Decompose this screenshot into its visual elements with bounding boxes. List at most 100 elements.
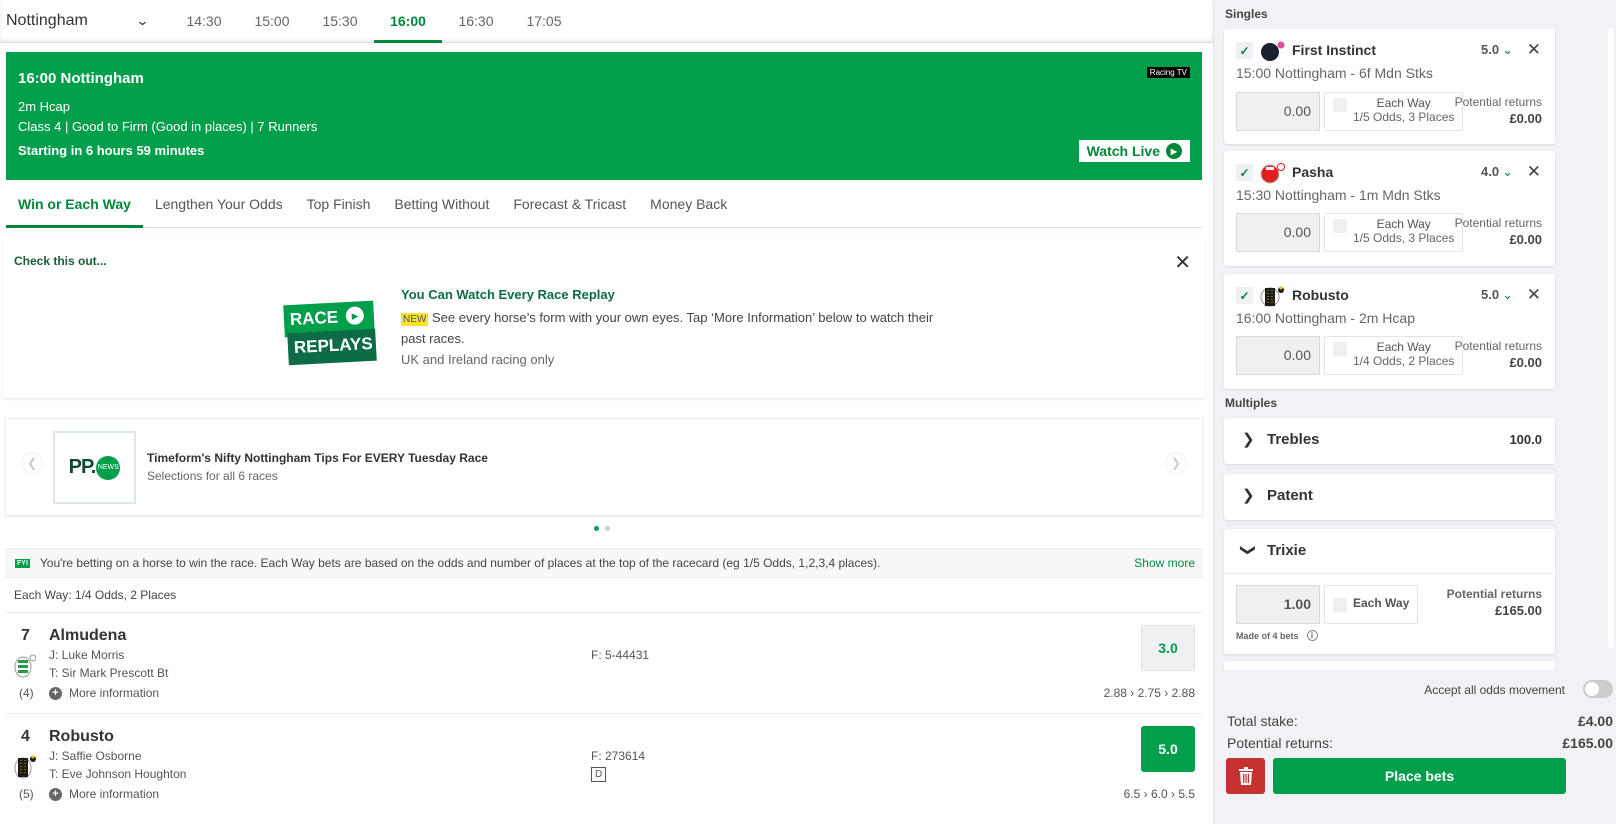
tab-win-or-each-way[interactable]: Win or Each Way: [6, 182, 143, 228]
remove-selection-icon[interactable]: ✕: [1527, 162, 1541, 182]
more-information-link[interactable]: + More information: [49, 787, 159, 801]
selection-price[interactable]: 5.0 ⌄: [1481, 42, 1513, 58]
time-tab[interactable]: 15:30: [306, 0, 374, 43]
more-information-link[interactable]: + More information: [49, 686, 159, 700]
price-history: 2.88 › 2.75 › 2.88: [1103, 686, 1195, 700]
returns-value: £0.00: [1509, 355, 1542, 370]
scrollbar-thumb[interactable]: [1608, 28, 1614, 648]
potential-returns: Potential returns £165.00: [1447, 587, 1542, 618]
time-tab[interactable]: 14:30: [170, 0, 238, 43]
made-of-label: Made of 4 bets: [1236, 630, 1299, 641]
selection-price[interactable]: 4.0 ⌄: [1481, 164, 1513, 180]
stake-input[interactable]: 0.00: [1236, 92, 1320, 131]
price-history: 6.5 › 6.0 › 5.5: [1123, 787, 1195, 801]
multiple-name: Patent: [1267, 487, 1313, 504]
watch-live-button[interactable]: Watch Live ▶: [1078, 140, 1190, 162]
multiple-patent[interactable]: ❯ Patent: [1224, 474, 1555, 520]
selection-name: Robusto: [1292, 287, 1349, 303]
checkbox[interactable]: [1333, 342, 1347, 356]
each-way-label: Each Way: [1376, 340, 1431, 354]
single-bet-card: ✓ First Instinct 5.0 ⌄ ✕ 15:00 Nottingham…: [1224, 29, 1555, 144]
each-way-checkbox[interactable]: Each Way 1/4 Odds, 2 Places: [1324, 336, 1464, 375]
checkbox[interactable]: [1333, 98, 1347, 112]
chevron-left-icon[interactable]: ❮: [21, 452, 43, 474]
checkbox-checked[interactable]: ✓: [1236, 42, 1253, 59]
logo-line-2: REPLAYS: [287, 328, 377, 366]
news-subtitle: Selections for all 6 races: [147, 469, 278, 483]
runner-name: Almudena: [49, 627, 127, 644]
show-more-link[interactable]: Show more: [1134, 556, 1195, 570]
made-of-bets: Made of 4 bets i: [1236, 630, 1318, 641]
returns-value: £0.00: [1509, 111, 1542, 126]
chevron-right-icon[interactable]: ❯: [1165, 452, 1187, 474]
betslip-scrollbar[interactable]: [1606, 0, 1616, 670]
chevron-right-icon: ❯: [1242, 431, 1255, 448]
race-title: 16:00 Nottingham: [18, 70, 144, 87]
remove-selection-icon[interactable]: ✕: [1527, 40, 1541, 60]
stake-input[interactable]: 0.00: [1236, 213, 1320, 252]
returns-label: Potential returns: [1454, 216, 1542, 230]
accept-odds-toggle[interactable]: [1583, 680, 1613, 698]
info-icon[interactable]: i: [1306, 630, 1318, 641]
time-tab-active[interactable]: 16:00: [374, 0, 442, 43]
tab-money-back[interactable]: Money Back: [638, 182, 739, 227]
tab-top-finish[interactable]: Top Finish: [295, 182, 383, 227]
news-title[interactable]: Timeform's Nifty Nottingham Tips For EVE…: [147, 451, 488, 465]
venue-selector[interactable]: Nottingham ⌄: [0, 0, 170, 43]
potential-returns-label: Potential returns:: [1227, 735, 1333, 751]
clear-betslip-button[interactable]: [1226, 758, 1265, 794]
close-icon[interactable]: ✕: [1174, 250, 1191, 275]
stake-input[interactable]: 0.00: [1236, 336, 1320, 375]
selection-price[interactable]: 5.0 ⌄: [1481, 287, 1513, 303]
each-way-terms: 1/5 Odds, 3 Places: [1353, 110, 1455, 124]
tab-betting-without[interactable]: Betting Without: [382, 182, 501, 227]
jockey-silk-icon: [1261, 41, 1285, 61]
jockey: J: Saffie Osborne: [49, 749, 142, 763]
news-carousel: ❮ PP. NEWS Timeform's Nifty Nottingham T…: [5, 418, 1203, 516]
remove-selection-icon[interactable]: ✕: [1527, 285, 1541, 305]
watch-live-label: Watch Live: [1086, 143, 1160, 159]
promo-text: NEW See every horse’s form with your own…: [401, 308, 941, 348]
multiple-trebles[interactable]: ❯ Trebles 100.0: [1224, 418, 1555, 464]
jockey-silk-icon: [1260, 163, 1285, 184]
multiple-name[interactable]: Trixie: [1267, 542, 1306, 559]
checkbox-checked[interactable]: ✓: [1236, 164, 1253, 181]
race-details: Class 4 | Good to Firm (Good in places) …: [18, 119, 318, 134]
runner-form: F: 5-44431: [591, 648, 650, 662]
checkbox[interactable]: [1333, 598, 1347, 612]
each-way-checkbox[interactable]: Each Way 1/5 Odds, 3 Places: [1324, 92, 1464, 131]
new-badge: NEW: [401, 313, 429, 326]
trash-icon: [1238, 767, 1253, 785]
time-tab[interactable]: 17:05: [510, 0, 578, 43]
selection-name: Pasha: [1292, 164, 1334, 180]
jockey: J: Luke Morris: [49, 648, 125, 662]
stake-input[interactable]: 1.00: [1236, 585, 1320, 624]
trainer: T: Eve Johnson Houghton: [49, 767, 187, 781]
checkbox-checked[interactable]: ✓: [1236, 287, 1253, 304]
promo-header: Check this out...: [14, 254, 107, 268]
runner-name: Robusto: [49, 728, 114, 745]
tab-forecast-tricast[interactable]: Forecast & Tricast: [501, 182, 638, 227]
promo-subtext: UK and Ireland racing only: [401, 352, 555, 367]
plus-icon: +: [49, 787, 62, 801]
odds-button-selected[interactable]: 5.0: [1141, 726, 1195, 772]
each-way-checkbox[interactable]: Each Way: [1324, 585, 1419, 624]
price-value: 5.0: [1481, 42, 1500, 57]
potential-returns-value: £165.00: [1562, 735, 1613, 751]
each-way-checkbox[interactable]: Each Way 1/5 Odds, 3 Places: [1324, 213, 1464, 252]
time-tab[interactable]: 16:30: [442, 0, 510, 43]
checkbox[interactable]: [1333, 219, 1347, 233]
race-replays-logo: RACE ▶ REPLAYS: [283, 300, 377, 366]
chevron-down-icon[interactable]: ❯: [1239, 544, 1257, 557]
place-bets-button[interactable]: Place bets: [1273, 758, 1566, 794]
carousel-dot[interactable]: [605, 526, 610, 531]
returns-label: Potential returns: [1454, 95, 1542, 109]
each-way-label: Each Way: [1353, 596, 1410, 610]
odds-button[interactable]: 3.0: [1141, 625, 1195, 671]
potential-returns: Potential returns £0.00: [1455, 95, 1542, 126]
potential-returns: Potential returns £0.00: [1455, 216, 1542, 247]
carousel-dot-active[interactable]: [594, 526, 599, 531]
time-tab[interactable]: 15:00: [238, 0, 306, 43]
tab-lengthen-your-odds[interactable]: Lengthen Your Odds: [143, 182, 295, 227]
pp-news-logo: PP. NEWS: [53, 431, 136, 504]
